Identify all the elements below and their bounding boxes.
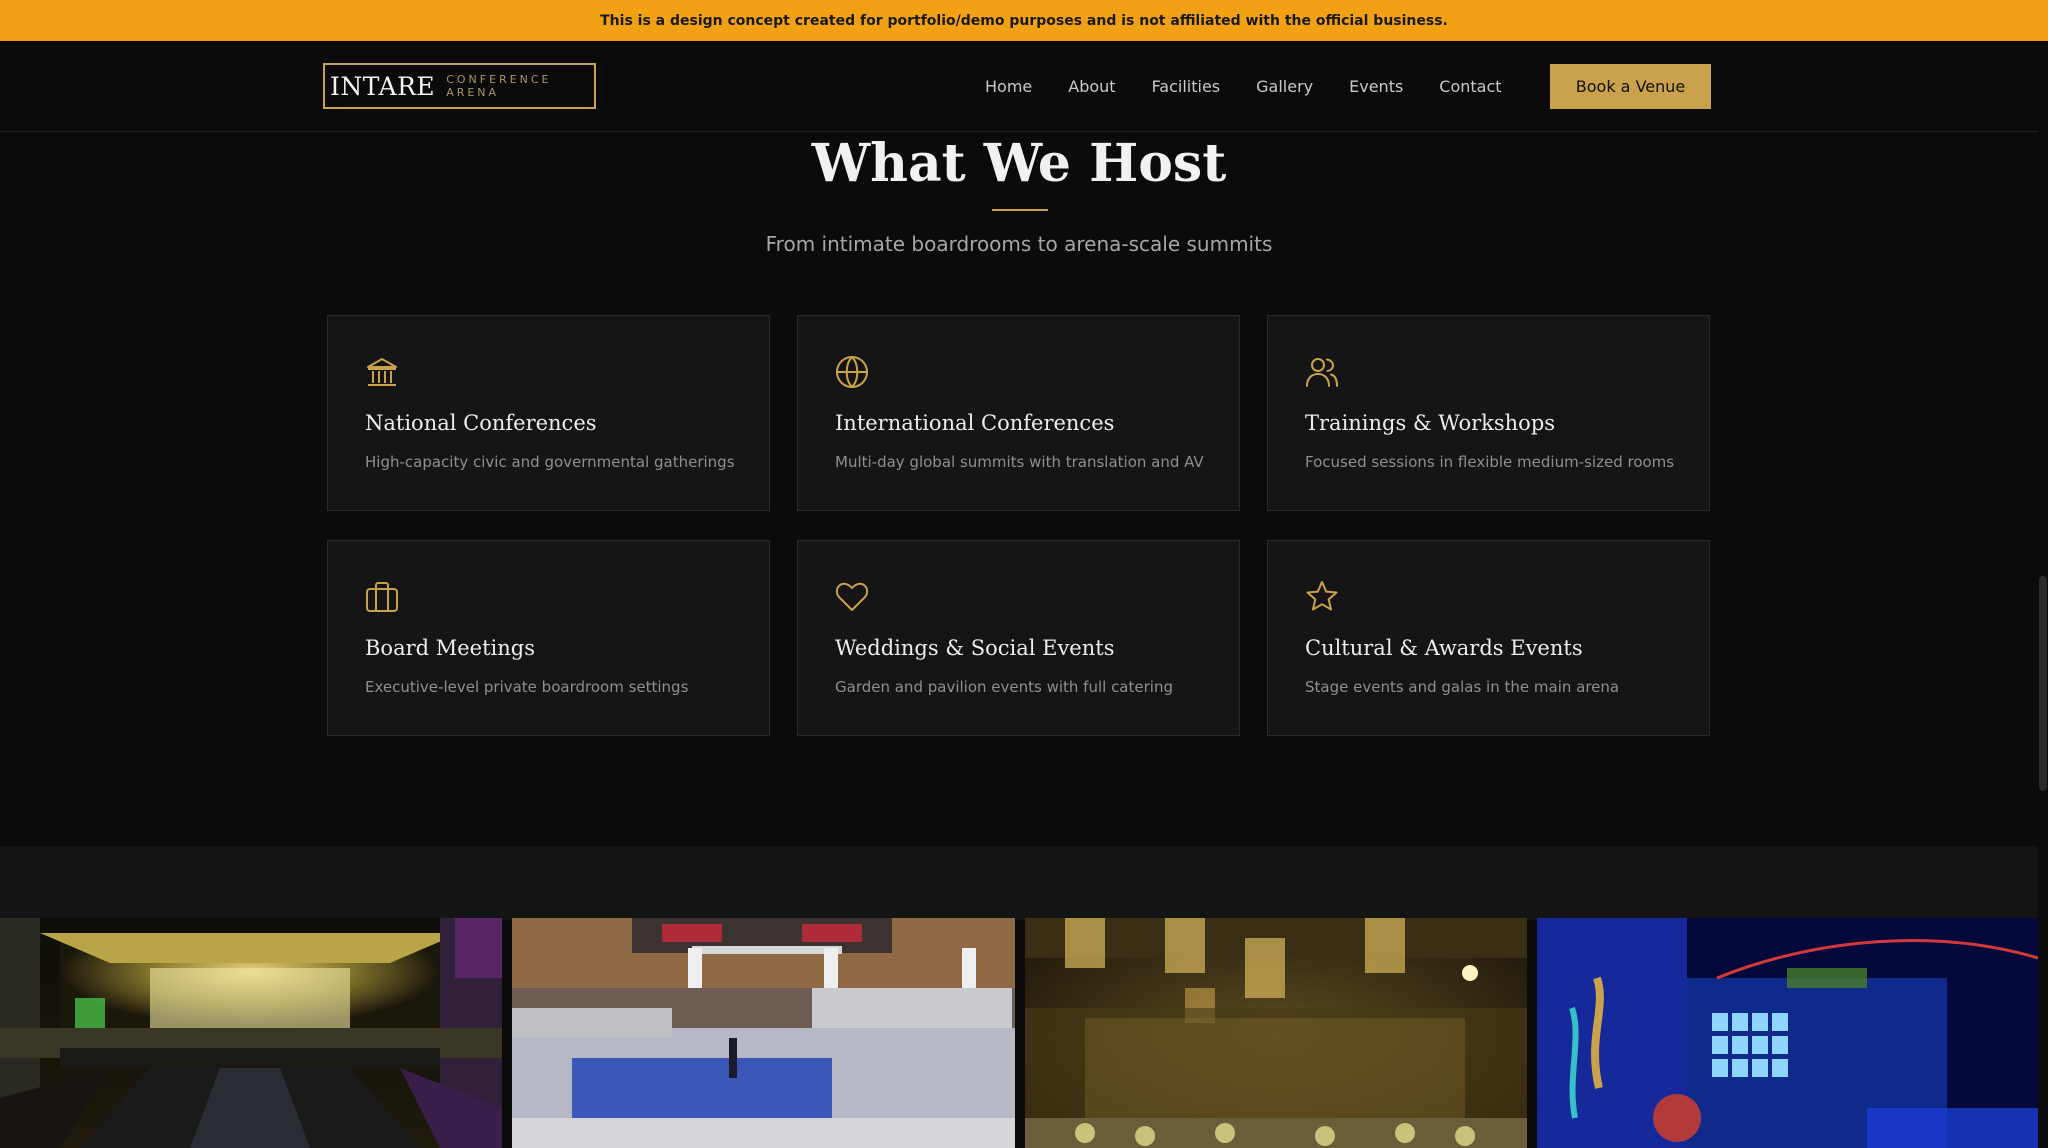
- nav-link-facilities[interactable]: Facilities: [1152, 77, 1221, 96]
- event-card-international-conferences[interactable]: International Conferences Multi-day glob…: [797, 315, 1240, 511]
- gallery-strip: [0, 918, 2038, 1148]
- section-separator-band: [0, 846, 2038, 920]
- event-card-national-conferences[interactable]: National Conferences High-capacity civic…: [327, 315, 770, 511]
- landmark-icon: [367, 358, 397, 386]
- card-title: Board Meetings: [365, 636, 536, 660]
- globe-icon: [836, 355, 868, 389]
- arena-exterior-photo[interactable]: [1537, 918, 2038, 1148]
- conference-audience-photo[interactable]: [512, 918, 1015, 1148]
- star-icon: [1306, 581, 1338, 611]
- venue-entrance-photo[interactable]: [0, 918, 502, 1148]
- nav-link-home[interactable]: Home: [985, 77, 1032, 96]
- scrollbar-thumb[interactable]: [2039, 576, 2047, 791]
- title-divider: [992, 209, 1048, 211]
- card-description: Garden and pavilion events with full cat…: [835, 678, 1173, 696]
- card-title: Cultural & Awards Events: [1305, 636, 1583, 660]
- section-title: What We Host: [811, 133, 1227, 194]
- page: This is a design concept created for por…: [0, 0, 2048, 1148]
- card-title: Trainings & Workshops: [1305, 411, 1556, 435]
- nav-link-about[interactable]: About: [1068, 77, 1115, 96]
- section-subtitle: From intimate boardrooms to arena-scale …: [765, 232, 1273, 256]
- gala-lights-photo[interactable]: [1025, 918, 1527, 1148]
- card-description: Multi-day global summits with translatio…: [835, 453, 1204, 471]
- briefcase-icon: [366, 582, 398, 612]
- card-description: High-capacity civic and governmental gat…: [365, 453, 735, 471]
- heart-icon: [835, 582, 869, 611]
- card-description: Executive-level private boardroom settin…: [365, 678, 689, 696]
- event-card-trainings-workshops[interactable]: Trainings & Workshops Focused sessions i…: [1267, 315, 1710, 511]
- event-card-cultural-awards[interactable]: Cultural & Awards Events Stage events an…: [1267, 540, 1710, 736]
- nav-link-gallery[interactable]: Gallery: [1256, 77, 1313, 96]
- brand-logo[interactable]: INTARE CONFERENCE ARENA: [323, 63, 596, 109]
- nav-links: Home About Facilities Gallery Events Con…: [985, 41, 1538, 132]
- nav-link-contact[interactable]: Contact: [1439, 77, 1501, 96]
- card-description: Focused sessions in flexible medium-size…: [1305, 453, 1675, 471]
- logo-wordmark: INTARE: [330, 71, 436, 101]
- card-description: Stage events and galas in the main arena: [1305, 678, 1620, 696]
- top-navigation: INTARE CONFERENCE ARENA Home About Facil…: [0, 41, 2038, 132]
- card-title: Weddings & Social Events: [835, 636, 1115, 660]
- book-venue-button[interactable]: Book a Venue: [1550, 64, 1711, 109]
- card-title: International Conferences: [835, 411, 1115, 435]
- banner-text: This is a design concept created for por…: [600, 12, 1448, 29]
- event-card-weddings-social[interactable]: Weddings & Social Events Garden and pavi…: [797, 540, 1240, 736]
- demo-disclaimer-banner: This is a design concept created for por…: [0, 0, 2048, 41]
- logo-subtitle: CONFERENCE ARENA: [446, 73, 552, 99]
- event-card-board-meetings[interactable]: Board Meetings Executive-level private b…: [327, 540, 770, 736]
- card-title: National Conferences: [365, 411, 597, 435]
- nav-link-events[interactable]: Events: [1349, 77, 1403, 96]
- users-icon: [1306, 358, 1338, 387]
